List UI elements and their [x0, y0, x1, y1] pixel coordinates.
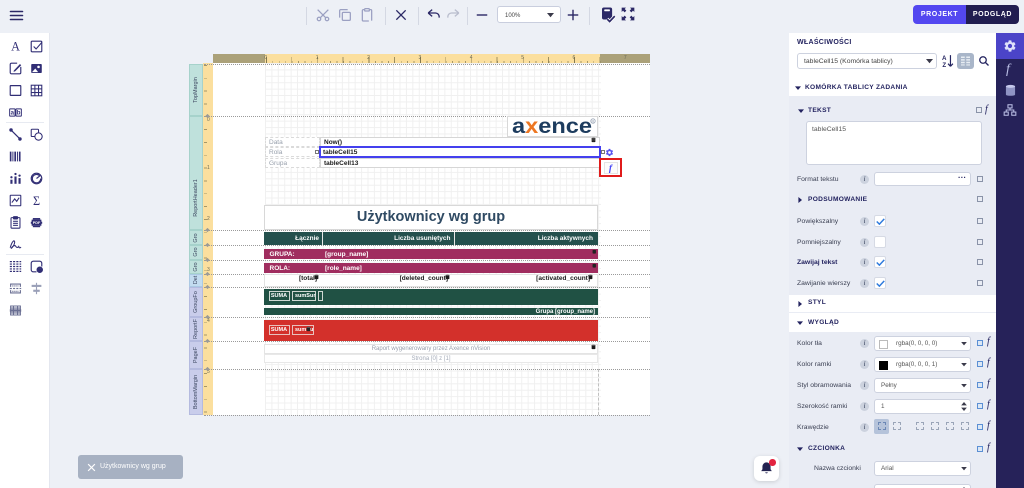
- svg-text:b: b: [17, 110, 21, 117]
- svg-text:A: A: [942, 55, 947, 62]
- svg-text:A: A: [11, 40, 20, 53]
- svg-text:a: a: [11, 110, 15, 117]
- svg-text:Σ: Σ: [33, 194, 40, 207]
- svg-text:Z: Z: [942, 62, 946, 68]
- svg-text:PDF: PDF: [33, 221, 41, 225]
- svg-text:axence: axence: [512, 117, 592, 136]
- svg-text:R: R: [592, 119, 595, 124]
